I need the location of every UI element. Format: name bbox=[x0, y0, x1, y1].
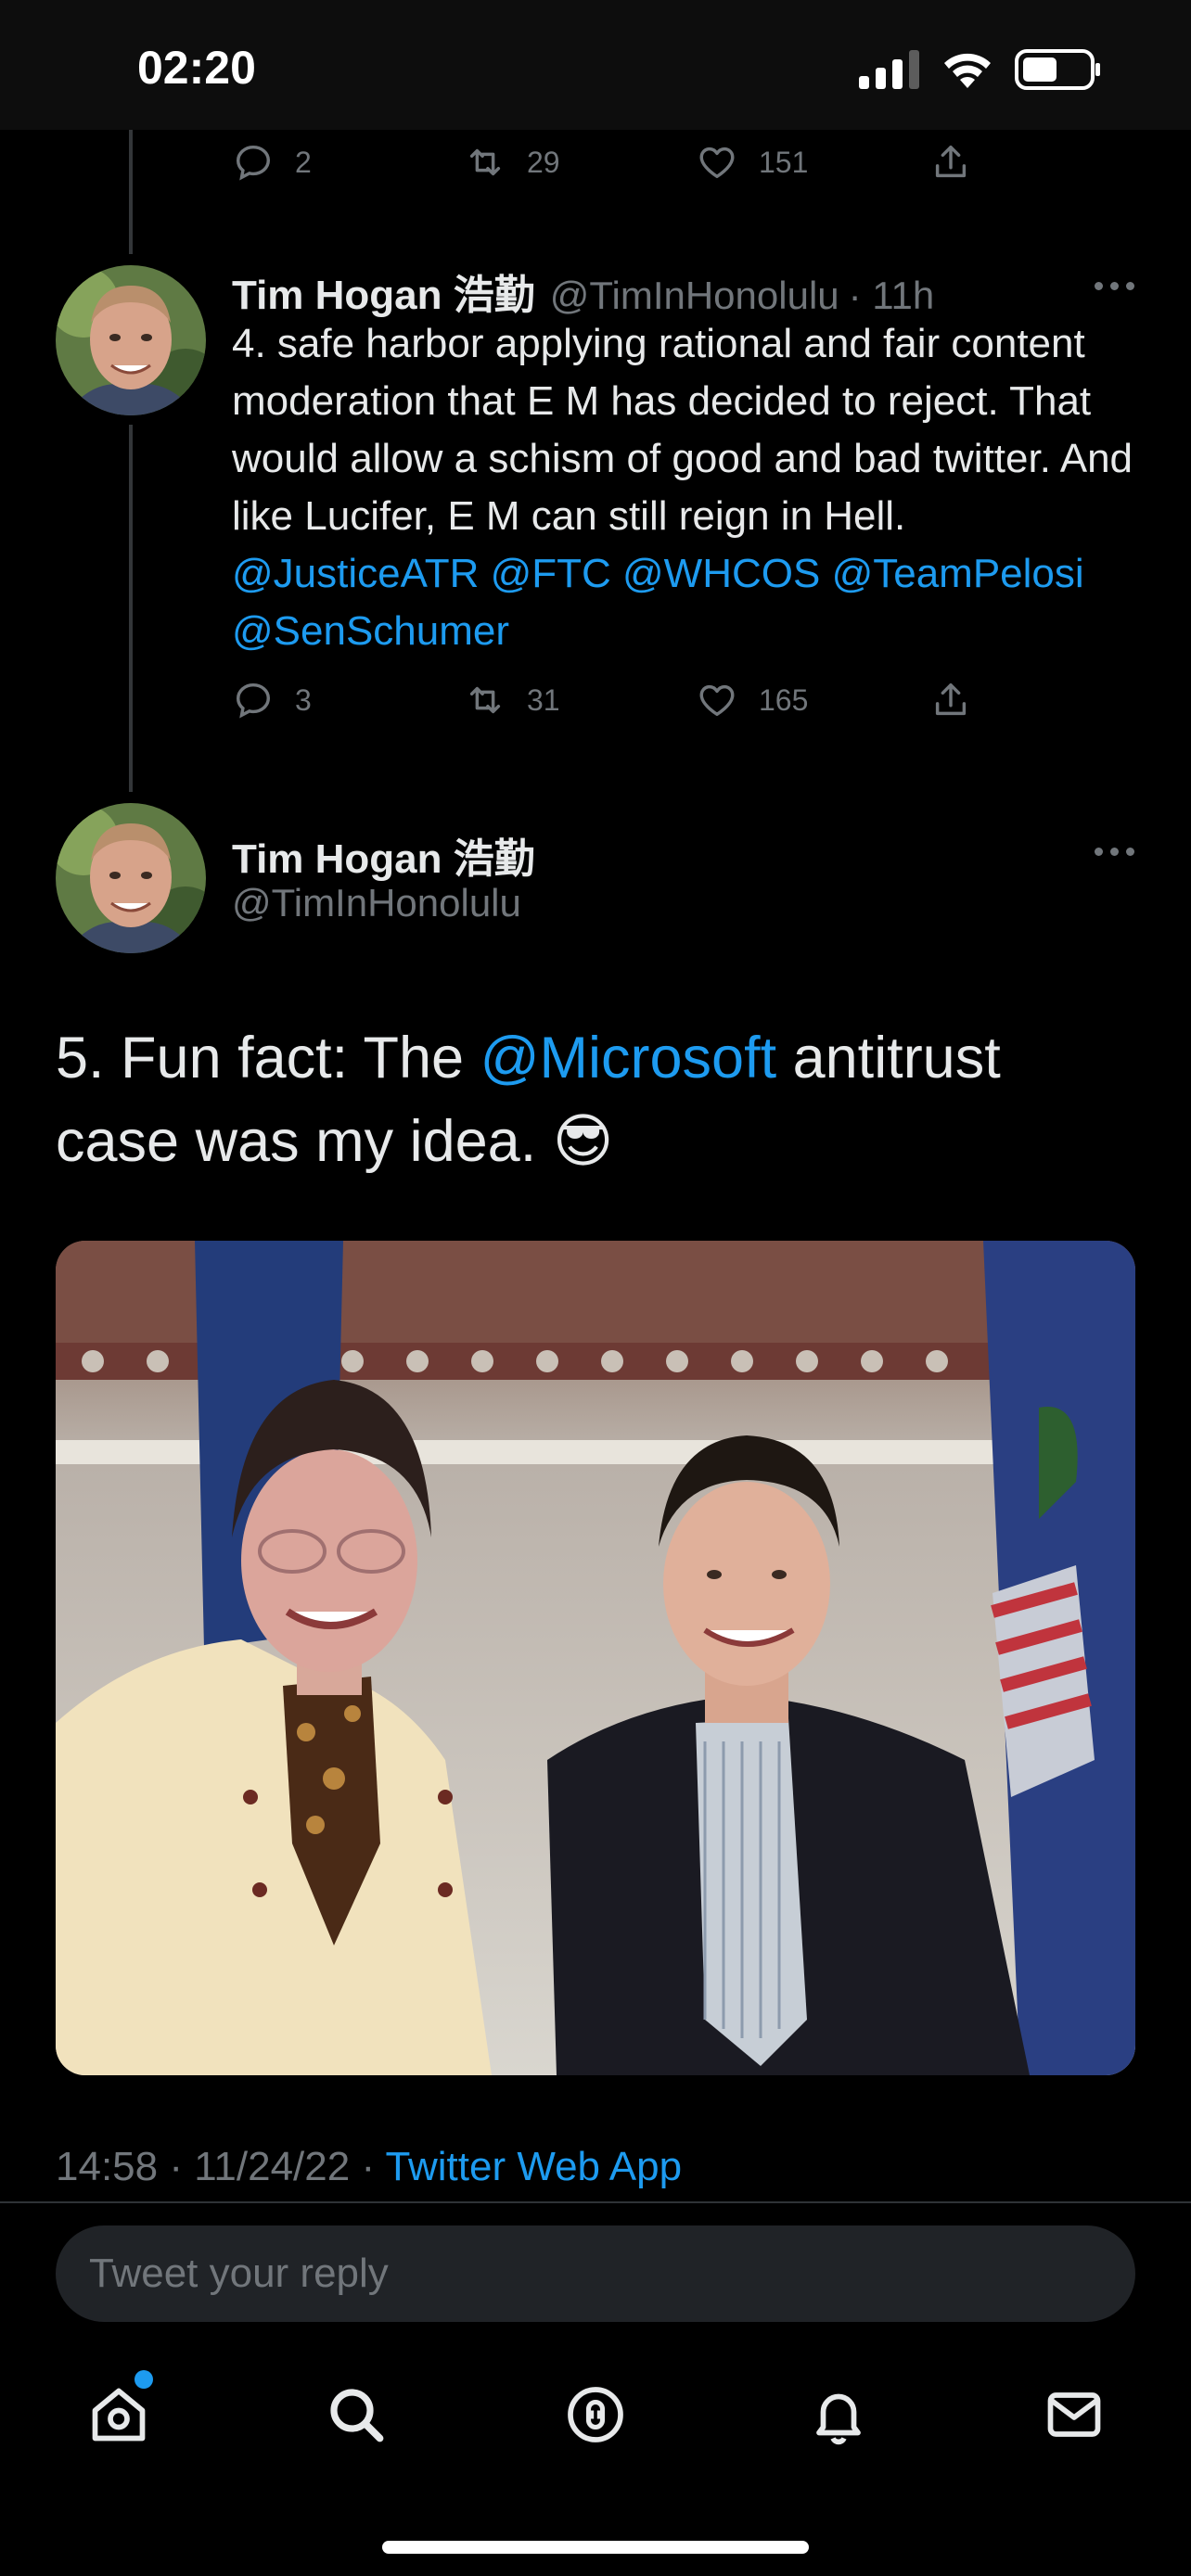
mention-link[interactable]: @SenSchumer bbox=[232, 608, 509, 654]
avatar-photo bbox=[56, 265, 206, 415]
sunglasses-emoji: 😎 bbox=[552, 1109, 614, 1174]
more-dot bbox=[1095, 848, 1103, 856]
wifi-icon bbox=[944, 53, 991, 88]
heart-icon bbox=[699, 147, 735, 179]
author-name[interactable]: Tim Hogan 浩勤 bbox=[232, 825, 535, 885]
tweet4-actions: 3 31 165 bbox=[232, 679, 974, 734]
main-text-before: 5. Fun fact: The bbox=[56, 1026, 465, 1090]
author-name[interactable]: Tim Hogan 浩勤 bbox=[232, 261, 535, 321]
reply-count: 3 bbox=[295, 682, 312, 717]
share-button[interactable] bbox=[929, 141, 972, 184]
mention-link[interactable]: @JusticeATR bbox=[232, 551, 479, 596]
tweet-meta: 14:58 · 11/24/22 · Twitter Web App bbox=[56, 2144, 682, 2190]
reply-placeholder: Tweet your reply bbox=[89, 2251, 389, 2296]
like-count: 165 bbox=[759, 682, 809, 717]
like-count: 151 bbox=[759, 145, 809, 179]
photo-image bbox=[56, 1241, 1135, 2075]
thread-line-top bbox=[129, 130, 133, 254]
more-options-button[interactable] bbox=[1095, 848, 1134, 856]
reply-icon bbox=[236, 682, 271, 719]
share-icon bbox=[935, 682, 967, 716]
avatar-photo bbox=[56, 803, 206, 953]
retweet-button[interactable]: 29 bbox=[464, 141, 560, 184]
avatar[interactable] bbox=[56, 803, 206, 953]
retweet-button[interactable]: 31 bbox=[464, 679, 560, 721]
retweet-count: 31 bbox=[527, 682, 560, 717]
retweet-icon bbox=[469, 148, 501, 176]
home-indicator bbox=[382, 2541, 809, 2554]
status-time: 02:20 bbox=[137, 42, 256, 94]
tweet-timestamp: 14:58 · 11/24/22 · bbox=[56, 2144, 376, 2189]
messages-icon[interactable] bbox=[1041, 2381, 1108, 2448]
notification-dot bbox=[134, 2370, 153, 2389]
cellular-signal-icon bbox=[859, 50, 919, 89]
tweet-client-link[interactable]: Twitter Web App bbox=[386, 2144, 683, 2189]
tweet-prev-actions: 2 29 151 bbox=[232, 141, 974, 197]
tweet4-header: Tim Hogan 浩勤 @TimInHonolulu · 11h bbox=[232, 261, 934, 321]
more-dot bbox=[1110, 848, 1119, 856]
like-button[interactable]: 151 bbox=[696, 141, 808, 184]
main-author-handle-row: @TimInHonolulu bbox=[232, 881, 521, 925]
tweet-photo[interactable] bbox=[56, 1241, 1135, 2075]
mention-link[interactable]: @WHCOS bbox=[622, 551, 820, 596]
more-dot bbox=[1126, 848, 1134, 856]
battery-icon bbox=[1015, 49, 1100, 90]
tweet4-body: 4. safe harbor applying rational and fai… bbox=[232, 321, 1133, 539]
tweet4-text: 4. safe harbor applying rational and fai… bbox=[232, 315, 1150, 660]
notifications-icon[interactable] bbox=[805, 2381, 872, 2448]
avatar[interactable] bbox=[56, 265, 206, 415]
more-dot bbox=[1126, 282, 1134, 290]
reply-icon bbox=[236, 145, 271, 181]
author-handle[interactable]: @TimInHonolulu bbox=[232, 881, 521, 925]
share-button[interactable] bbox=[929, 679, 972, 721]
search-icon[interactable] bbox=[323, 2381, 390, 2448]
divider bbox=[0, 2201, 1191, 2203]
reply-count: 2 bbox=[295, 145, 312, 179]
more-options-button[interactable] bbox=[1095, 282, 1134, 290]
home-icon[interactable] bbox=[85, 2381, 152, 2448]
heart-icon bbox=[699, 684, 735, 717]
author-handle[interactable]: @TimInHonolulu bbox=[550, 274, 839, 318]
reply-button[interactable]: 2 bbox=[232, 141, 312, 184]
tweet-time: · 11h bbox=[848, 274, 935, 317]
like-button[interactable]: 165 bbox=[696, 679, 808, 721]
thread-line-middle bbox=[129, 425, 133, 792]
spaces-icon[interactable] bbox=[562, 2381, 629, 2448]
mention-link[interactable]: @FTC bbox=[491, 551, 611, 596]
mention-link[interactable]: @Microsoft bbox=[480, 1026, 777, 1090]
main-tweet-text: 5. Fun fact: The @Microsoft antitrust ca… bbox=[56, 1016, 1132, 1183]
more-dot bbox=[1110, 282, 1119, 290]
retweet-count: 29 bbox=[527, 145, 560, 179]
main-author-name-row: Tim Hogan 浩勤 bbox=[232, 825, 535, 885]
share-icon bbox=[935, 145, 967, 178]
more-dot bbox=[1095, 282, 1103, 290]
retweet-icon bbox=[469, 686, 501, 714]
status-icons bbox=[859, 46, 1102, 93]
mention-link[interactable]: @TeamPelosi bbox=[832, 551, 1084, 596]
reply-button[interactable]: 3 bbox=[232, 679, 312, 721]
